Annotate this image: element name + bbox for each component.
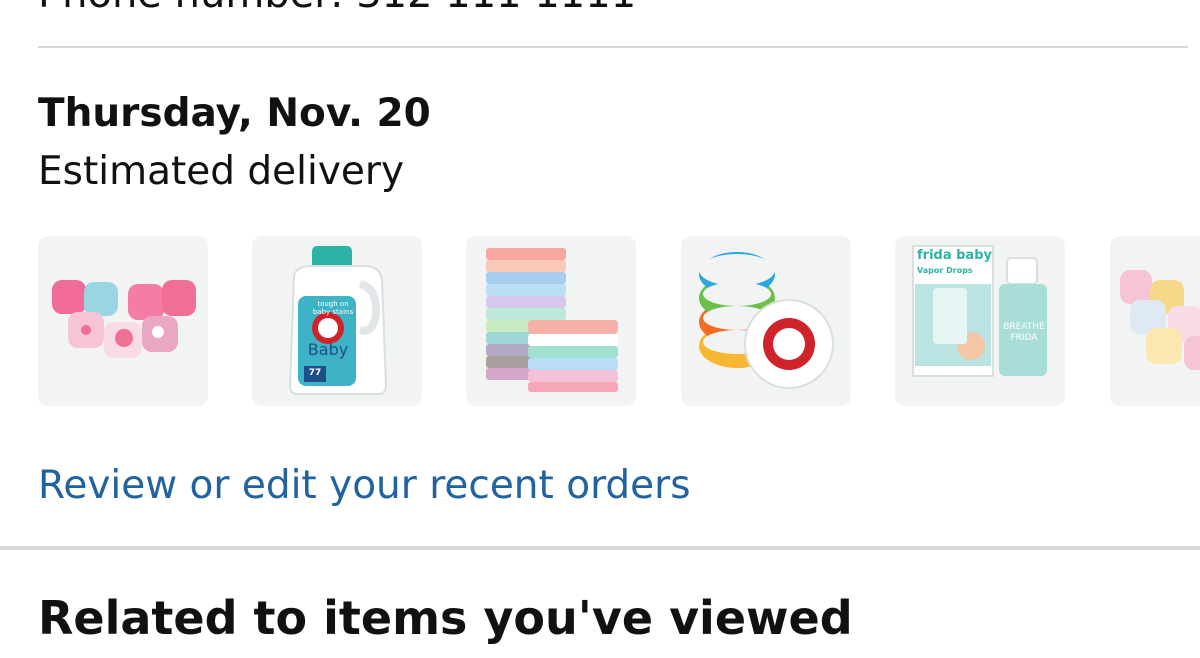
- divider: [38, 46, 1188, 48]
- section-divider: [0, 546, 1200, 550]
- related-items-heading: Related to items you've viewed: [38, 591, 853, 645]
- order-item-thumbnail[interactable]: [466, 236, 636, 406]
- bibs-product-image: [52, 280, 196, 358]
- odor-absorber-product-image: [699, 252, 834, 389]
- phone-number-text: Phone number: 312 111 1111: [38, 0, 636, 14]
- frida-brand-text: frida baby: [917, 248, 992, 263]
- order-item-thumbnail[interactable]: [681, 236, 851, 406]
- detergent-brand-text: Baby: [307, 340, 349, 359]
- order-item-thumbnail[interactable]: [38, 236, 208, 406]
- order-items-carousel[interactable]: tough on baby stains Baby 77 frida baby …: [38, 236, 1200, 406]
- order-item-thumbnail[interactable]: frida baby Vapor Drops BREATHE FRIDA: [895, 236, 1065, 406]
- order-item-thumbnail[interactable]: [1110, 236, 1200, 406]
- frida-product-text: Vapor Drops: [917, 266, 973, 275]
- order-item-thumbnail[interactable]: tough on baby stains Baby 77: [252, 236, 422, 406]
- detergent-product-image: [288, 246, 388, 395]
- bibs-product-image-2: [1120, 270, 1200, 370]
- review-orders-link[interactable]: Review or edit your recent orders: [38, 460, 691, 512]
- delivery-date: Thursday, Nov. 20: [38, 91, 431, 136]
- detergent-label-text: tough on baby stains: [312, 300, 354, 316]
- delivery-label: Estimated delivery: [38, 149, 405, 194]
- frida-bottle-text: BREATHE FRIDA: [1003, 322, 1045, 343]
- washcloths-product-image: [486, 248, 618, 392]
- detergent-count-text: 77: [308, 368, 322, 378]
